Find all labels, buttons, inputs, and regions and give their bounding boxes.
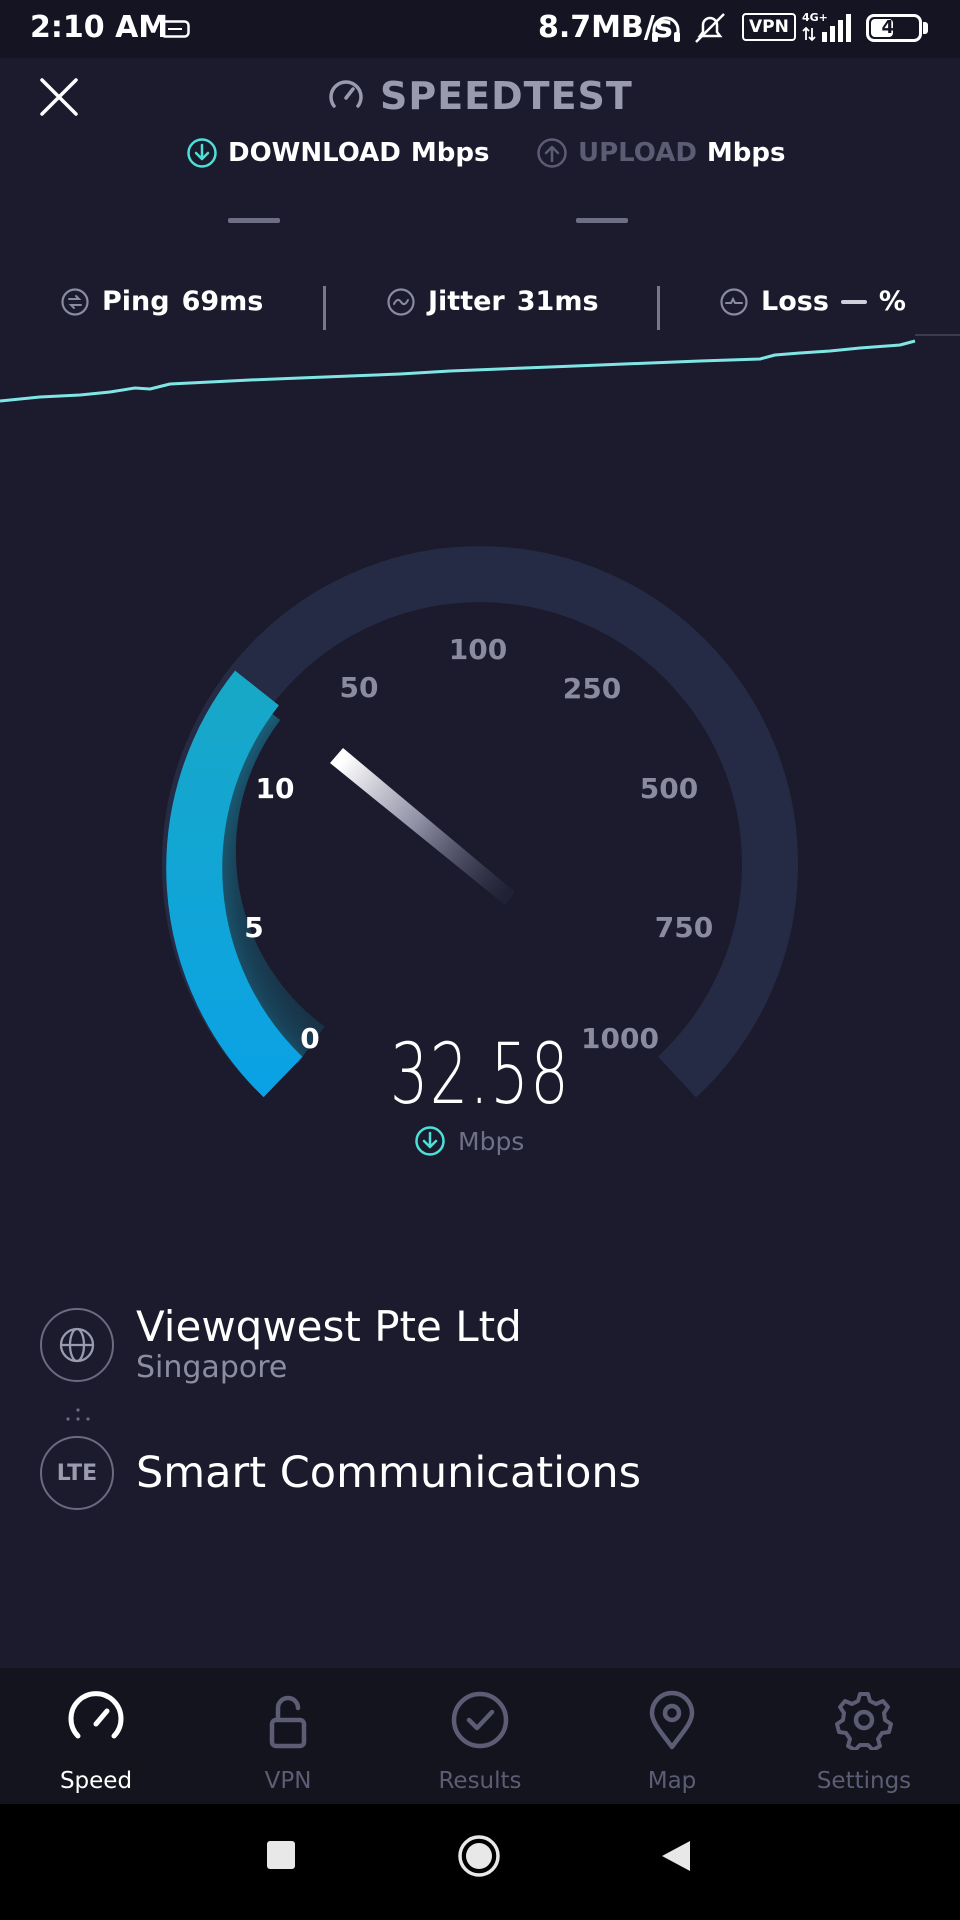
metrics-bar: Ping 69ms Jitter 31ms Loss %: [0, 280, 960, 330]
mute-bell-icon: [695, 13, 725, 43]
speed-unit-label: Mbps: [458, 1126, 525, 1156]
tick-label-50: 50: [340, 671, 379, 704]
home-circle-icon: [458, 1835, 500, 1877]
nav-vpn-label: VPN: [264, 1768, 312, 1794]
speed-line-graph: [0, 334, 960, 403]
signal-icon: 4G+: [802, 10, 860, 48]
home-button[interactable]: [457, 1834, 501, 1882]
close-icon: [40, 78, 78, 116]
battery-icon: 42: [866, 14, 922, 42]
ping-icon: [61, 287, 89, 316]
nav-speed[interactable]: Speed: [0, 1682, 192, 1802]
back-button[interactable]: [660, 1839, 692, 1877]
nav-speed-label: Speed: [59, 1768, 133, 1794]
speedometer-icon: [329, 80, 363, 108]
nav-settings-label: Settings: [816, 1768, 912, 1794]
ping-label: Ping: [102, 286, 170, 317]
loss-label: Loss: [761, 286, 829, 317]
lte-icon: LTE: [40, 1436, 114, 1510]
page-title: SPEEDTEST: [326, 74, 633, 118]
provider-name: Smart Communications: [136, 1448, 642, 1498]
recents-button[interactable]: [265, 1839, 297, 1875]
headphones-icon: [650, 12, 730, 50]
ping-value: 69ms: [181, 286, 264, 317]
title-text: SPEEDTEST: [380, 74, 633, 118]
tick-label-500: 500: [640, 772, 698, 805]
server-selector[interactable]: Viewqwest Pte Ltd Singapore: [40, 1304, 522, 1386]
tick-label-100: 100: [449, 633, 507, 666]
nav-map-label: Map: [647, 1768, 697, 1794]
download-icon: [415, 1126, 445, 1156]
tab-upload[interactable]: UPLOAD Mbps: [536, 137, 786, 169]
square-icon: [267, 1841, 295, 1869]
globe-icon: [40, 1308, 114, 1382]
server-location: Singapore: [136, 1350, 288, 1385]
download-result-placeholder: [228, 218, 280, 223]
tick-label-750: 750: [655, 911, 713, 944]
vpn-badge: VPN: [742, 13, 796, 41]
jitter-label: Jitter: [428, 286, 505, 317]
speed-value: 32.58: [389, 1025, 571, 1123]
unlock-icon: [269, 1695, 307, 1749]
server-name: Viewqwest Pte Ltd: [136, 1302, 522, 1351]
nav-vpn[interactable]: VPN: [192, 1682, 384, 1802]
tick-label-10: 10: [256, 772, 295, 805]
speedometer-icon: [68, 1691, 124, 1739]
nav-results[interactable]: Results: [384, 1682, 576, 1802]
loss-icon: [720, 287, 748, 316]
speed-unit: Mbps: [414, 1125, 524, 1157]
check-circle-icon: [451, 1691, 509, 1749]
svg-text:4G+: 4G+: [802, 11, 828, 24]
map-pin-icon: [649, 1690, 695, 1750]
connector-dots: [66, 1408, 90, 1421]
nav-results-label: Results: [438, 1768, 522, 1794]
provider-type: LTE: [56, 1460, 98, 1486]
provider-info: LTE Smart Communications: [40, 1436, 641, 1510]
bottom-nav: Speed VPN Results Map Settings: [0, 1668, 960, 1804]
download-unit: Mbps: [410, 138, 490, 168]
tick-label-5: 5: [244, 911, 263, 944]
system-nav-bar: [0, 1804, 960, 1920]
jitter-value: 31ms: [516, 286, 599, 317]
download-icon: [187, 138, 217, 168]
close-button[interactable]: [34, 72, 84, 122]
upload-label: UPLOAD: [578, 138, 697, 168]
ping-metric: Ping 69ms: [60, 286, 263, 317]
upload-result-placeholder: [576, 218, 628, 223]
battery-level: 42: [881, 17, 907, 38]
gear-icon: [835, 1692, 893, 1750]
back-triangle-icon: [662, 1841, 690, 1871]
keyboard-icon: [160, 20, 190, 42]
upload-icon: [537, 138, 567, 168]
download-label: DOWNLOAD: [228, 138, 401, 168]
upload-unit: Mbps: [706, 138, 786, 168]
tab-download[interactable]: DOWNLOAD Mbps: [186, 137, 489, 169]
loss-unit: %: [878, 286, 906, 317]
jitter-metric: Jitter 31ms: [386, 286, 599, 317]
loss-metric: Loss %: [719, 286, 906, 317]
status-bar: 2:10 AM 8.7MB/s VPN 4G+ 42: [0, 0, 960, 58]
nav-settings[interactable]: Settings: [768, 1682, 960, 1802]
jitter-icon: [387, 287, 415, 316]
tick-label-250: 250: [563, 672, 621, 705]
loss-dash: [840, 299, 867, 304]
status-time: 2:10 AM: [30, 10, 169, 45]
nav-map[interactable]: Map: [576, 1682, 768, 1802]
